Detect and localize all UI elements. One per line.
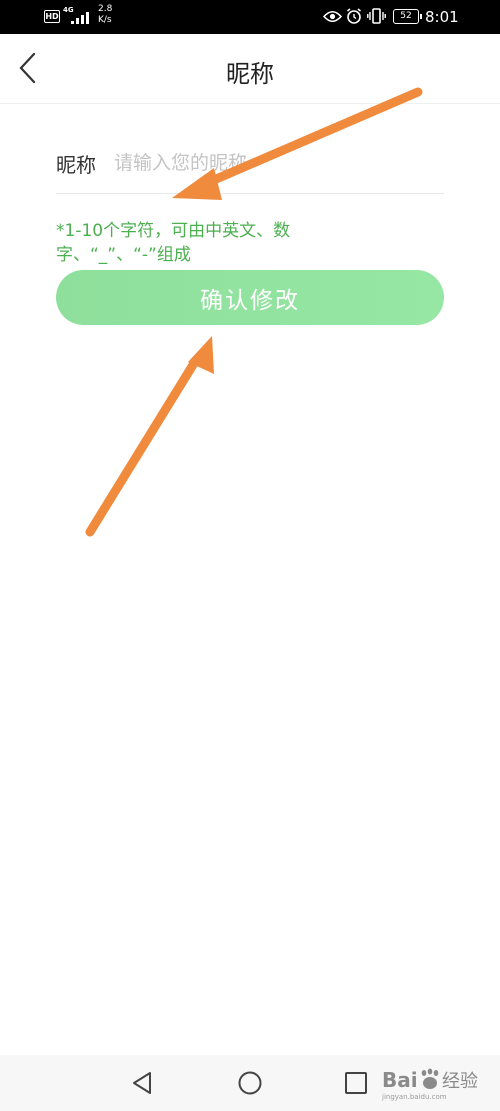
system-home-button[interactable] xyxy=(235,1068,265,1098)
confirm-button[interactable]: 确认修改 xyxy=(56,270,444,325)
signal-icon xyxy=(71,12,89,24)
alarm-icon xyxy=(347,8,361,24)
home-circle-icon xyxy=(238,1071,262,1095)
watermark-logo: Bai 经验 xyxy=(382,1068,478,1092)
speed-value: 2.8 xyxy=(98,4,113,14)
nickname-field-row: 昵称 xyxy=(56,140,444,194)
annotation-arrow-to-button xyxy=(85,336,214,537)
nav-bar: 昵称 xyxy=(0,34,500,104)
hint-line-1: *1-10个字符，可由中英文、数 xyxy=(56,221,291,241)
battery-icon: 52 xyxy=(393,9,422,24)
status-time: 8:01 xyxy=(425,8,459,26)
network-speed: 2.8 K/s xyxy=(98,4,112,26)
back-triangle-icon xyxy=(133,1072,151,1094)
nickname-hint: *1-10个字符，可由中英文、数 字、“_”、“-”组成 xyxy=(56,219,346,267)
recents-square-icon xyxy=(345,1072,367,1094)
nickname-label: 昵称 xyxy=(56,153,96,177)
watermark-url: jingyan.baidu.com xyxy=(382,1093,447,1101)
nickname-input[interactable] xyxy=(114,146,434,180)
svg-text:经验: 经验 xyxy=(442,1071,478,1092)
system-back-button[interactable] xyxy=(128,1068,158,1098)
hint-line-2: 字、“_”、“-”组成 xyxy=(56,245,191,265)
system-nav-bar: Bai 经验 jingyan.baidu.com xyxy=(0,1055,500,1111)
status-bar: HD 4G 2.8 K/s 52 8:01 xyxy=(0,0,500,34)
page-title: 昵称 xyxy=(226,60,274,88)
vibrate-icon xyxy=(367,8,386,24)
baidu-jingyan-watermark: Bai 经验 jingyan.baidu.com xyxy=(382,1065,494,1105)
eye-icon xyxy=(323,10,342,23)
hd-badge: HD xyxy=(44,10,60,23)
speed-unit: K/s xyxy=(98,15,112,25)
system-recents-button[interactable] xyxy=(341,1068,371,1098)
watermark-logo-text: Bai xyxy=(382,1068,418,1092)
